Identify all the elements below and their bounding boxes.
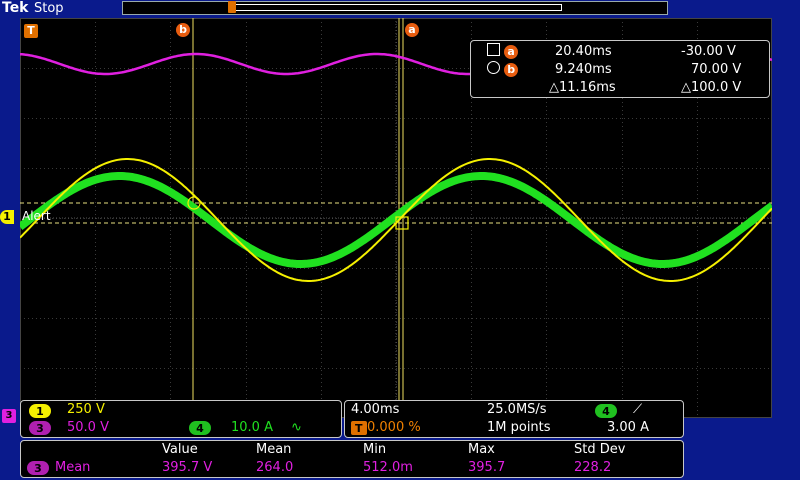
trigger-marker-icon[interactable]: T xyxy=(24,24,38,38)
channel-4-badge[interactable]: 4 xyxy=(189,421,211,435)
cursor-delta-value: △100.0 V xyxy=(681,80,742,95)
cursor-b-badge: b xyxy=(504,63,519,77)
measurement-min: 512.0m xyxy=(363,460,413,475)
square-cursor-icon xyxy=(487,43,500,56)
ac-coupling-icon: ∿ xyxy=(291,420,302,435)
measurement-source-badge[interactable]: 3 xyxy=(27,461,49,475)
record-view-window[interactable] xyxy=(232,4,562,11)
measurement-panel[interactable]: Value Mean Min Max Std Dev 3 Mean 395.7 … xyxy=(20,440,684,478)
cursor-a-badge: a xyxy=(504,45,519,59)
measurement-header-std-dev: Std Dev xyxy=(574,442,626,457)
measurement-header-min: Min xyxy=(363,442,387,457)
cursor-a-time: 20.40ms xyxy=(555,44,612,59)
horizontal-scale[interactable]: 4.00ms xyxy=(351,402,399,418)
trigger-position-icon[interactable] xyxy=(228,1,236,13)
cursor-b-row: b xyxy=(487,61,519,79)
brand-logo: Tek xyxy=(2,0,29,16)
trigger-position[interactable]: 0.000 % xyxy=(367,420,421,436)
channel-1-badge[interactable]: 1 xyxy=(29,404,51,418)
record-length[interactable]: 1M points xyxy=(487,420,551,436)
trigger-position-badge: T xyxy=(351,421,367,435)
measurement-value: 395.7 V xyxy=(162,460,213,475)
channel-3-offscreen-marker[interactable]: 3 xyxy=(2,409,16,423)
trigger-level[interactable]: 3.00 A xyxy=(607,420,649,436)
trigger-source-badge[interactable]: 4 xyxy=(595,404,617,418)
channel-scale-panel[interactable]: 1 250 V 3 50.0 V 4 10.0 A ∿ xyxy=(20,400,342,438)
sample-rate: 25.0MS/s xyxy=(487,402,547,417)
channel-1-scale[interactable]: 250 V xyxy=(67,402,105,418)
channel-3-badge[interactable]: 3 xyxy=(29,421,51,435)
measurement-name[interactable]: Mean xyxy=(55,460,90,476)
cursor-a-row: a xyxy=(487,43,519,61)
measurement-max: 395.7 xyxy=(468,460,506,475)
cursor-b-value: 70.00 V xyxy=(691,62,742,77)
channel-1-ground-marker[interactable]: 1 xyxy=(0,210,14,224)
cursor-a-marker[interactable]: a xyxy=(405,23,419,37)
cursor-a-value: -30.00 V xyxy=(681,44,736,59)
trigger-slope-icon[interactable]: ⟋ xyxy=(633,402,642,418)
cursor-b-time: 9.240ms xyxy=(555,62,612,77)
cursor-b-marker[interactable]: b xyxy=(176,23,190,37)
cursor-delta-time: △11.16ms xyxy=(549,80,616,95)
channel-3-scale[interactable]: 50.0 V xyxy=(67,420,109,436)
measurement-header-value: Value xyxy=(162,442,198,457)
channel-4-scale[interactable]: 10.0 A xyxy=(231,420,273,436)
timebase-trigger-panel[interactable]: 4.00ms 25.0MS/s 4 ⟋ T 0.000 % 1M points … xyxy=(344,400,684,438)
measurement-header-mean: Mean xyxy=(256,442,292,457)
alert-label: Alert xyxy=(22,209,51,223)
measurement-std-dev: 228.2 xyxy=(574,460,612,475)
measurement-mean: 264.0 xyxy=(256,460,294,475)
circle-cursor-icon xyxy=(487,61,500,74)
cursor-readout-panel[interactable]: a 20.40ms -30.00 V b 9.240ms 70.00 V △11… xyxy=(470,40,770,98)
measurement-header-max: Max xyxy=(468,442,495,457)
acquisition-status[interactable]: Stop xyxy=(34,0,64,17)
